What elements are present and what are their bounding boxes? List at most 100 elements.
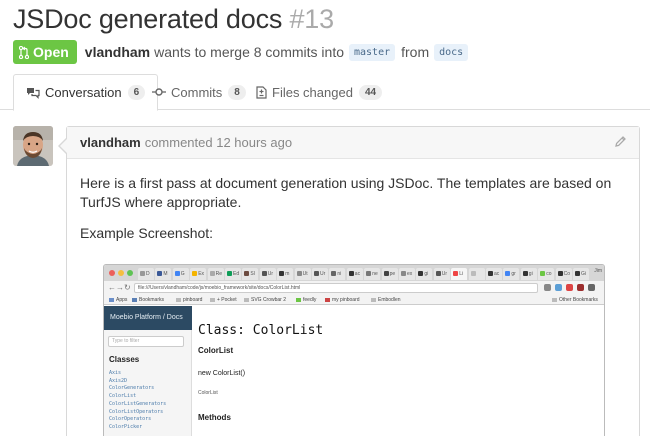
class-link: ColorListOperators [109, 408, 164, 415]
browser-tab: Ur [312, 268, 328, 280]
comment-paragraph: Example Screenshot: [80, 225, 214, 241]
browser-tab: gr [503, 268, 520, 280]
close-window-icon [109, 270, 115, 276]
tab-files-changed[interactable]: Files changed 44 [256, 74, 383, 110]
bookmark: my pinboard [325, 296, 360, 304]
browser-tab-strip: D M G Ex Re Ed Sl Ur m Ut Ur ni ac ne pe ex gi Ur Li ac gr gi… [104, 265, 604, 281]
doc-constructor: new ColorList() [198, 370, 246, 377]
base-branch: master [349, 43, 396, 61]
bookmark: SVG Crowbar 2 [244, 296, 286, 304]
browser-tab: ac [346, 268, 363, 280]
browser-tab: m [277, 268, 294, 280]
filter-input: Type to filter [108, 336, 184, 347]
browser-tab: gi [416, 268, 433, 280]
merge-text: wants to merge 8 commits into [154, 44, 344, 60]
address-row: ← → ↻ file:///Users/vlandham/code/js/moe… [104, 281, 604, 295]
browser-tab: Co [555, 268, 572, 280]
comment-timestamp: commented 12 hours ago [144, 135, 293, 150]
commit-icon [152, 88, 166, 96]
doc-subheading: ColorList [198, 346, 234, 355]
browser-tab: co [538, 268, 555, 280]
tab-conversation-count: 6 [127, 85, 146, 100]
tab-conversation[interactable]: Conversation 6 [13, 74, 159, 111]
docs-sidebar-title: Moebio Platform / Docs [104, 306, 192, 330]
state-badge: Open [13, 40, 77, 64]
pr-author-link[interactable]: vlandham [85, 44, 150, 60]
tab-conversation-label: Conversation [45, 85, 122, 100]
head-branch: docs [434, 43, 469, 61]
browser-tab: pe [381, 268, 398, 280]
bookmark: Embodlen [371, 296, 401, 304]
comment-paragraph: Here is a first pass at document generat… [80, 175, 612, 210]
comment-author-link[interactable]: vlandham [80, 135, 141, 150]
conversation-icon [27, 87, 40, 99]
menu-icon [588, 284, 595, 291]
browser-tab: ni [329, 268, 346, 280]
forward-icon: → [116, 283, 124, 292]
browser-tab: Gi [573, 268, 589, 280]
browser-tab: ne [364, 268, 381, 280]
minimize-window-icon [118, 270, 124, 276]
class-link: ColorPicker [109, 423, 143, 430]
comment-header: vlandham commented 12 hours ago [67, 127, 639, 159]
back-icon: ← [108, 283, 116, 292]
pr-tabs: Conversation 6 Commits 8 Files changed 4… [0, 74, 650, 111]
avatar[interactable] [13, 126, 53, 166]
class-link: ColorGenerators [109, 385, 155, 392]
class-link: Axis2D [109, 377, 128, 384]
url-bar: file:///Users/vlandham/code/js/moebio_fr… [134, 283, 538, 293]
browser-tab: M [155, 268, 172, 280]
browser-tab: Li [451, 268, 468, 280]
tab-files-count: 44 [358, 84, 383, 100]
reload-icon: ↻ [124, 283, 131, 292]
classes-heading: Classes [109, 355, 140, 364]
maximize-window-icon [127, 270, 133, 276]
browser-tab: Ut [294, 268, 311, 280]
tab-commits[interactable]: Commits 8 [152, 74, 246, 110]
pr-meta: Open vlandham wants to merge 8 commits i… [13, 40, 474, 64]
browser-tab: Ur [259, 268, 276, 280]
embedded-screenshot[interactable]: D M G Ex Re Ed Sl Ur m Ut Ur ni ac ne pe ex gi Ur Li ac gr gi… [103, 264, 605, 436]
browser-tab: Ed [225, 268, 241, 280]
extension-icon [544, 284, 551, 291]
browser-tab: ex [399, 268, 415, 280]
pencil-icon[interactable] [614, 135, 627, 148]
tab-commits-count: 8 [228, 84, 246, 100]
browser-tab: Ex [190, 268, 207, 280]
doc-methods-heading: Methods [198, 413, 231, 422]
bookmark: + Pocket [210, 296, 237, 304]
pr-title: JSDoc generated docs #13 [13, 4, 334, 35]
extension-icon [566, 284, 573, 291]
extension-icon [555, 284, 562, 291]
git-pull-request-icon [19, 45, 29, 59]
pr-number: #13 [289, 4, 334, 34]
doc-heading: Class: ColorList [198, 323, 324, 338]
state-label: Open [33, 44, 69, 60]
other-bookmarks: Other Bookmarks [552, 296, 598, 304]
tab-files-label: Files changed [272, 84, 353, 100]
browser-tab: Re [207, 268, 224, 280]
class-link: Axis [109, 370, 122, 376]
browser-tab: ac [486, 268, 502, 280]
bookmarks-bar: Apps Bookmarks pinboard + Pocket SVG Cro… [104, 295, 604, 305]
browser-tab: gi [520, 268, 537, 280]
bookmark: pinboard [176, 296, 202, 304]
file-diff-icon [256, 85, 267, 99]
docs-sidebar: Moebio Platform / Docs Type to filter Cl… [104, 306, 192, 436]
browser-tab: G [172, 268, 189, 280]
bookmark: feedly [296, 296, 316, 304]
tab-commits-label: Commits [171, 84, 223, 100]
browser-tab: Sl [242, 268, 259, 280]
class-link: ColorList [109, 393, 137, 400]
browser-tab: D [138, 268, 154, 280]
comment: vlandham commented 12 hours ago Here is … [66, 126, 640, 436]
comment-arrow-fill [60, 139, 67, 153]
class-link: ColorOperators [109, 416, 152, 423]
extension-icon [577, 284, 584, 291]
from-text: from [401, 44, 430, 60]
bookmark: Bookmarks [132, 296, 164, 304]
window-user: Jim [594, 268, 602, 274]
browser-tab: Ur [433, 268, 450, 280]
bookmark: Apps [109, 296, 127, 304]
class-link: ColorListGenerators [109, 400, 167, 407]
